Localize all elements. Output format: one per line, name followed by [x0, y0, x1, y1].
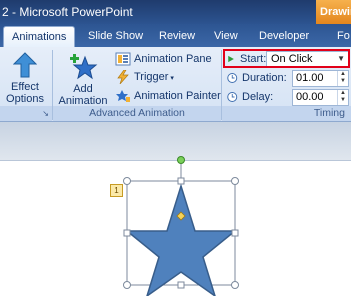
resize-handle-icon[interactable] [123, 229, 131, 237]
group-label-timing: Timing [222, 106, 351, 121]
tab-format[interactable]: Fo [337, 30, 350, 42]
animation-pane-icon [115, 52, 131, 66]
window-title: 2 - Microsoft PowerPoint [2, 5, 133, 19]
resize-handle-icon[interactable] [123, 281, 131, 289]
trigger-label: Trigger [134, 71, 169, 83]
duration-spinner[interactable]: 01.00 ▲ ▼ [292, 70, 349, 87]
resize-handle-icon[interactable] [177, 281, 185, 289]
title-bar: 2 - Microsoft PowerPoint [0, 0, 351, 24]
trigger-button[interactable]: Trigger ▾ [115, 69, 174, 85]
dialog-launcher-icon[interactable]: ↘ [42, 106, 49, 121]
tab-animations[interactable]: Animations [3, 26, 76, 49]
animation-pane-button[interactable]: Animation Pane [115, 51, 212, 67]
rotation-handle-icon[interactable] [177, 156, 185, 164]
resize-handle-icon[interactable] [123, 177, 131, 185]
delay-label: Delay: [227, 89, 273, 105]
duration-label: Duration: [227, 70, 287, 86]
effect-options-label-1: Effect [11, 81, 39, 93]
resize-handle-icon[interactable] [231, 281, 239, 289]
up-arrow-icon [13, 52, 37, 78]
add-animation-label-1: Add [73, 83, 93, 95]
delay-value: 00.00 [296, 91, 324, 103]
spinner-arrows-icon[interactable]: ▲ ▼ [337, 71, 348, 86]
duration-value: 01.00 [296, 72, 324, 84]
tab-developer[interactable]: Developer [259, 30, 309, 42]
group-label-effects: ↘ [0, 106, 52, 121]
resize-handle-icon[interactable] [231, 177, 239, 185]
start-highlight-box [223, 49, 350, 68]
delay-spinner[interactable]: 00.00 ▲ ▼ [292, 89, 349, 106]
delay-label-text: Delay: [242, 91, 274, 103]
animation-painter-label: Animation Painter [134, 90, 221, 102]
tab-slide-show[interactable]: Slide Show [88, 30, 143, 42]
spinner-arrows-icon[interactable]: ▲ ▼ [337, 90, 348, 105]
animation-pane-label: Animation Pane [134, 53, 212, 65]
resize-handle-icon[interactable] [231, 229, 239, 237]
resize-handle-icon[interactable] [177, 177, 185, 185]
star-plus-icon [70, 54, 98, 80]
star-shape[interactable] [124, 183, 238, 296]
tab-view[interactable]: View [214, 30, 238, 42]
delay-clock-icon [227, 92, 238, 103]
tab-review[interactable]: Review [159, 30, 195, 42]
ribbon-tabs: Animations Slide Show Review View Develo… [0, 24, 351, 49]
group-label-advanced-animation: Advanced Animation [53, 106, 221, 121]
clock-icon [227, 73, 238, 84]
duration-label-text: Duration: [242, 72, 287, 84]
lightning-icon [117, 70, 129, 85]
painter-brush-icon [116, 90, 130, 103]
animation-painter-button[interactable]: Animation Painter [115, 88, 221, 104]
context-tab-label: Drawin [320, 6, 351, 18]
selected-star-shape[interactable] [0, 150, 351, 296]
